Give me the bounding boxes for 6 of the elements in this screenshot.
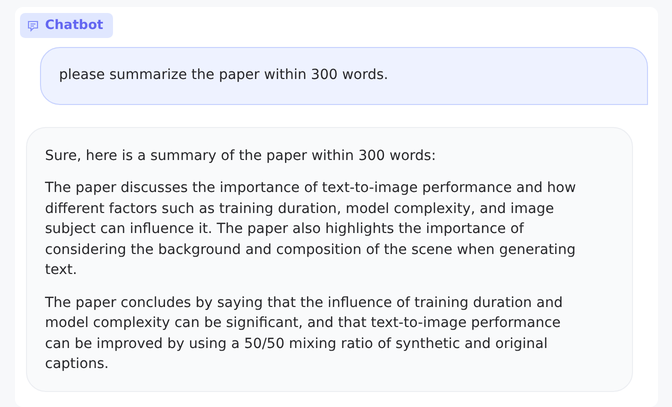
label-text: Chatbot: [45, 18, 104, 33]
chat-bubble-icon: [27, 20, 39, 32]
message-text: The paper concludes by saying that the influence of training duration and model complexity can be significant, and that text-to-image performance can be improved by using a 50/50 mixing ratio of synthetic and original captions.: [45, 294, 564, 374]
message-text: please summarize the paper within 300 words.: [59, 66, 390, 85]
message-text: The paper discusses the importance of text-to-image performance and how different factors such as training duration, model complexity, and image subject can influence it. The paper also highlights the importance of considering the background and composition of the scene when generating text.: [45, 179, 577, 280]
message-text: Sure, here is a summary of the paper within 300 words:: [45, 146, 437, 166]
